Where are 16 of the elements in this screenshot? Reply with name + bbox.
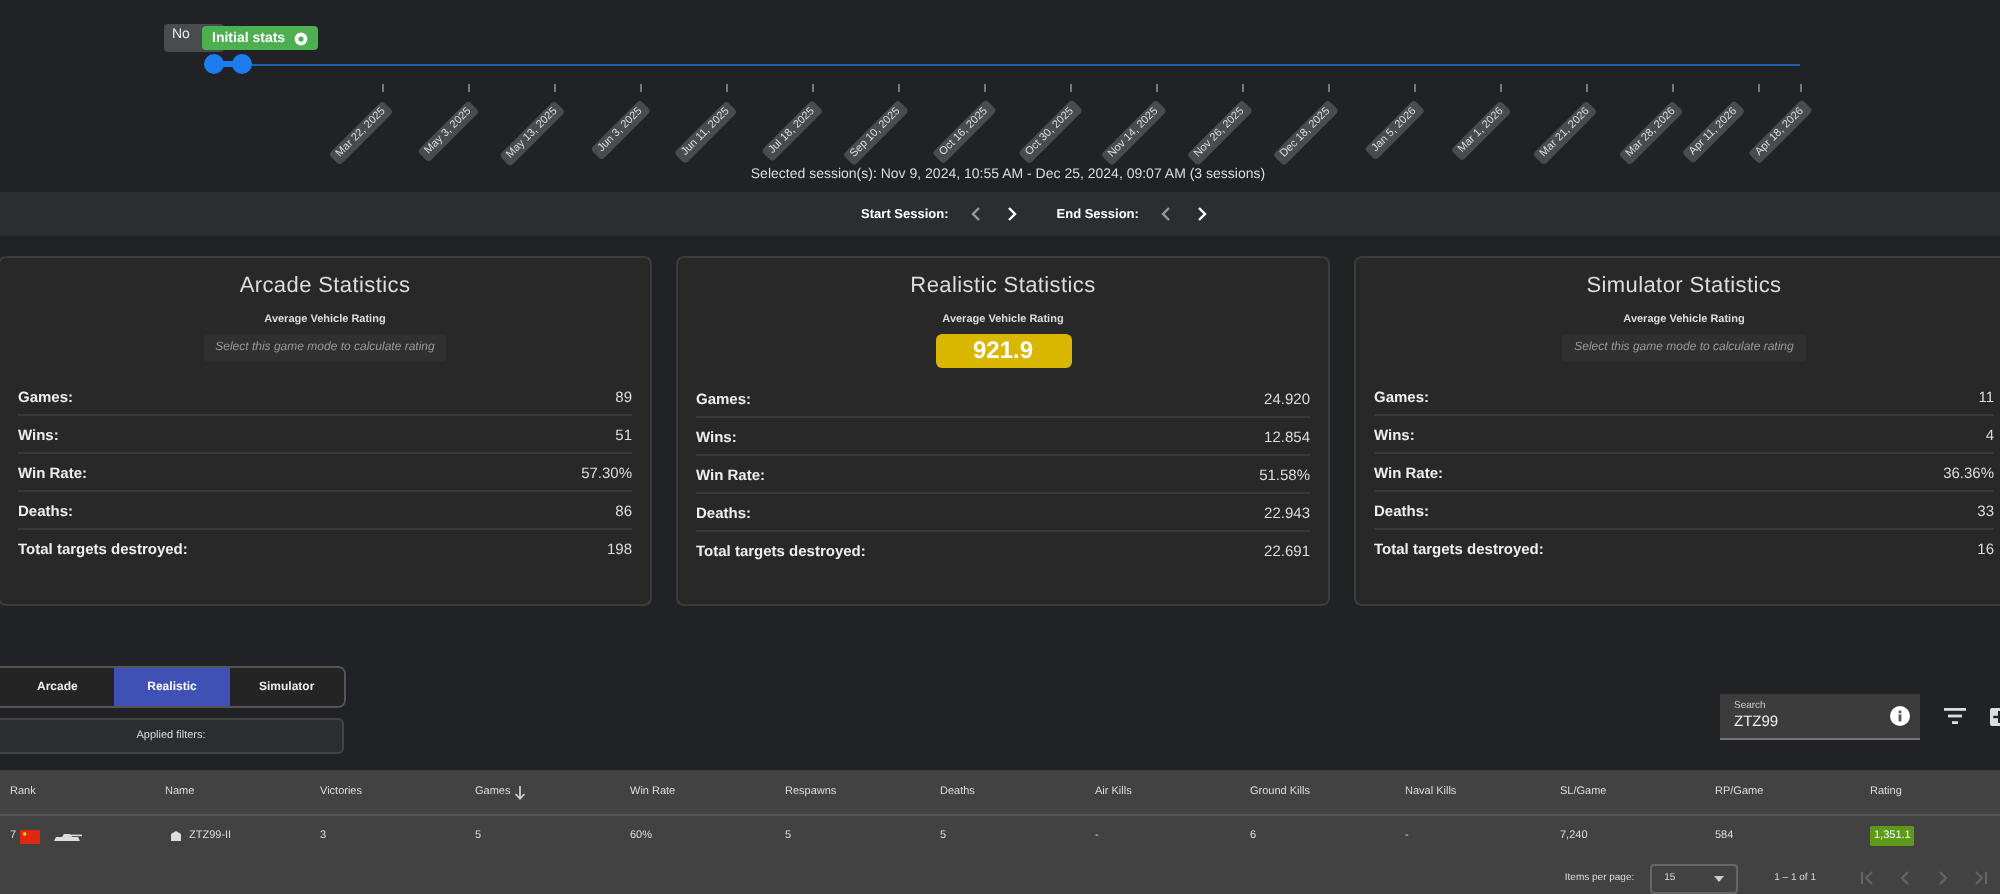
range-slider-handles[interactable] [202, 52, 254, 76]
info-icon [293, 31, 308, 45]
flag-icon [20, 829, 41, 843]
card-title: Arcade Statistics [237, 274, 413, 302]
chevron-right-icon[interactable] [1194, 206, 1211, 222]
card-title: Simulator Statistics [1584, 274, 1784, 302]
rating-value: 921.9 [935, 334, 1071, 368]
chevron-left-icon[interactable] [1158, 206, 1175, 222]
card-title: Realistic Statistics [908, 274, 1098, 302]
vehicle-type-icon [169, 830, 181, 842]
chevron-right-icon[interactable] [1004, 206, 1021, 222]
chevron-left-icon[interactable] [968, 206, 985, 222]
filter-icon[interactable] [1944, 708, 1966, 724]
tank-icon [52, 831, 83, 841]
dropdown-caret-icon [1714, 875, 1725, 881]
info-icon [1890, 705, 1910, 725]
